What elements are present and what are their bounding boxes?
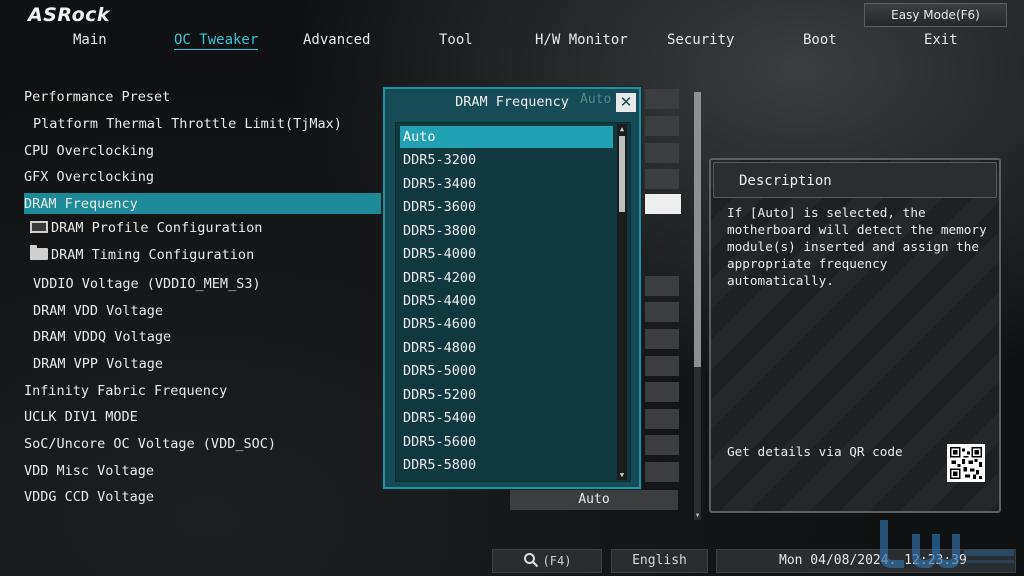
value-field[interactable]	[645, 409, 679, 429]
setting-dram-frequency[interactable]: DRAM Frequency	[24, 193, 138, 215]
description-title: Description	[739, 173, 832, 189]
setting-performance-preset[interactable]: Performance Preset	[24, 86, 170, 108]
option-auto[interactable]: Auto	[400, 126, 613, 148]
value-field[interactable]	[645, 382, 679, 402]
tab-hw-monitor[interactable]: H/W Monitor	[535, 32, 628, 48]
setting-label: DRAM Profile Configuration	[51, 220, 263, 236]
value-field[interactable]	[645, 435, 679, 455]
folder-icon	[30, 245, 48, 260]
qr-code-icon	[947, 444, 985, 482]
asrock-logo: ASRock	[28, 4, 111, 26]
setting-vddg-ccd-voltage[interactable]: VDDG CCD Voltage	[24, 486, 154, 508]
setting-soc-uncore-oc-voltage[interactable]: SoC/Uncore OC Voltage (VDD_SOC)	[24, 433, 276, 455]
tab-security[interactable]: Security	[667, 32, 734, 48]
search-icon	[523, 553, 538, 568]
setting-label: DRAM Timing Configuration	[51, 247, 255, 263]
option-ddr5-3800[interactable]: DDR5-3800	[400, 220, 613, 242]
option-ddr5-5800[interactable]: DDR5-5800	[400, 454, 613, 476]
setting-dram-vpp-voltage[interactable]: DRAM VPP Voltage	[33, 353, 163, 375]
settings-scrollbar-thumb[interactable]	[694, 92, 701, 367]
setting-vdd-misc-voltage[interactable]: VDD Misc Voltage	[24, 460, 154, 482]
value-field[interactable]	[645, 329, 679, 349]
qr-label: Get details via QR code	[727, 444, 903, 459]
setting-cpu-overclocking[interactable]: CPU Overclocking	[24, 140, 154, 162]
option-ddr5-4400[interactable]: DDR5-4400	[400, 290, 613, 312]
option-ddr5-3200[interactable]: DDR5-3200	[400, 149, 613, 171]
description-header: Description	[713, 162, 997, 198]
setting-gfx-overclocking[interactable]: GFX Overclocking	[24, 166, 154, 188]
value-field[interactable]	[645, 116, 679, 136]
option-ddr5-5400[interactable]: DDR5-5400	[400, 407, 613, 429]
option-ddr5-4800[interactable]: DDR5-4800	[400, 337, 613, 359]
tab-tool[interactable]: Tool	[439, 32, 473, 48]
value-field[interactable]	[645, 356, 679, 376]
frequency-option-list: Auto DDR5-3200 DDR5-3400 DDR5-3600 DDR5-…	[395, 122, 631, 482]
easy-mode-button[interactable]: Easy Mode(F6)	[864, 3, 1007, 27]
vddg-ccd-voltage-value[interactable]: Auto	[510, 490, 678, 510]
dram-frequency-popup: Auto DRAM Frequency ✕ Auto DDR5-3200 DDR…	[383, 87, 641, 489]
setting-uclk-div1-mode[interactable]: UCLK DIV1 MODE	[24, 406, 138, 428]
submenu-icon	[30, 221, 48, 233]
value-field[interactable]	[645, 462, 679, 482]
tab-exit[interactable]: Exit	[924, 32, 958, 48]
tab-main[interactable]: Main	[73, 32, 107, 48]
setting-dram-vddq-voltage[interactable]: DRAM VDDQ Voltage	[33, 326, 171, 348]
popup-scrollbar[interactable]: ▲ ▼	[617, 124, 627, 480]
scroll-down-arrow-icon[interactable]: ▼	[694, 512, 701, 520]
setting-dram-vdd-voltage[interactable]: DRAM VDD Voltage	[33, 300, 163, 322]
popup-title: DRAM Frequency	[455, 94, 569, 110]
tab-boot[interactable]: Boot	[803, 32, 837, 48]
value-field-selected[interactable]	[645, 194, 681, 214]
setting-infinity-fabric-frequency[interactable]: Infinity Fabric Frequency	[24, 380, 227, 402]
settings-scrollbar[interactable]: ▼	[694, 92, 701, 520]
close-icon[interactable]: ✕	[616, 93, 636, 112]
option-ddr5-3600[interactable]: DDR5-3600	[400, 196, 613, 218]
option-ddr5-4600[interactable]: DDR5-4600	[400, 313, 613, 335]
option-ddr5-5000[interactable]: DDR5-5000	[400, 360, 613, 382]
popup-scrollbar-thumb[interactable]	[619, 136, 625, 212]
value-field[interactable]	[645, 89, 679, 109]
tab-oc-tweaker[interactable]: OC Tweaker	[174, 32, 259, 50]
description-panel: Description If [Auto] is selected, the m…	[709, 158, 1001, 513]
value-field[interactable]	[645, 169, 679, 189]
option-ddr5-4000[interactable]: DDR5-4000	[400, 243, 613, 265]
setting-platform-thermal-throttle[interactable]: Platform Thermal Throttle Limit(TjMax)	[33, 113, 342, 135]
search-button[interactable]: (F4)	[492, 549, 602, 573]
scroll-up-arrow-icon[interactable]: ▲	[617, 124, 627, 134]
value-field[interactable]	[645, 302, 679, 322]
value-field[interactable]	[645, 276, 679, 296]
setting-dram-timing-configuration[interactable]: DRAM Timing Configuration	[30, 244, 254, 266]
search-shortcut-label: (F4)	[542, 554, 572, 568]
setting-vddio-voltage[interactable]: VDDIO Voltage (VDDIO_MEM_S3)	[33, 273, 261, 295]
watermark-logo-icon	[880, 520, 1014, 568]
option-ddr5-5600[interactable]: DDR5-5600	[400, 431, 613, 453]
tab-advanced[interactable]: Advanced	[303, 32, 370, 48]
language-button[interactable]: English	[611, 549, 708, 573]
option-ddr5-3400[interactable]: DDR5-3400	[400, 173, 613, 195]
option-ddr5-5200[interactable]: DDR5-5200	[400, 384, 613, 406]
value-field[interactable]	[645, 143, 679, 163]
option-ddr5-4200[interactable]: DDR5-4200	[400, 267, 613, 289]
scroll-down-arrow-icon[interactable]: ▼	[617, 470, 627, 480]
description-text: If [Auto] is selected, the motherboard w…	[727, 205, 987, 288]
setting-dram-profile-configuration[interactable]: DRAM Profile Configuration	[30, 217, 262, 239]
